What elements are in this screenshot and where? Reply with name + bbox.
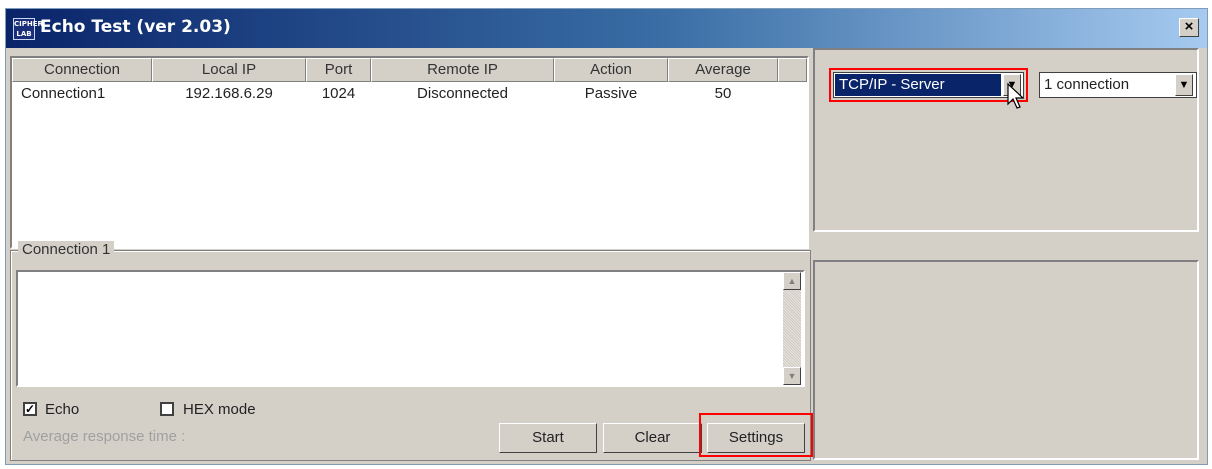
hex-mode-checkbox[interactable] — [160, 402, 174, 416]
start-button[interactable]: Start — [499, 423, 597, 453]
close-button[interactable]: × — [1179, 18, 1199, 37]
column-header-connection[interactable]: Connection — [12, 58, 152, 82]
message-textarea[interactable] — [16, 270, 805, 387]
connection-count-value[interactable]: 1 connection — [1044, 74, 1129, 96]
scroll-down-icon[interactable]: ▼ — [783, 367, 801, 385]
table-row[interactable]: Connection1 192.168.6.29 1024 Disconnect… — [12, 84, 807, 104]
average-response-time-label: Average response time : — [23, 428, 186, 445]
hex-mode-checkbox-label[interactable]: HEX mode — [183, 401, 256, 418]
column-header-remote-ip[interactable]: Remote IP — [371, 58, 554, 82]
cell-connection: Connection1 — [21, 85, 106, 102]
cell-remote-ip: Disconnected — [417, 85, 508, 102]
settings-panel-bottom — [813, 260, 1199, 460]
column-header-filler — [778, 58, 807, 82]
logo-text-top: CIPHER — [14, 20, 43, 28]
cell-action: Passive — [584, 85, 638, 102]
echo-checkbox-label[interactable]: Echo — [45, 401, 79, 418]
scroll-up-icon[interactable]: ▲ — [783, 272, 801, 290]
app-logo-icon: CIPHER LAB — [13, 18, 43, 40]
connection-group-title: Connection 1 — [18, 241, 115, 258]
cell-port: 1024 — [321, 85, 356, 102]
column-header-port[interactable]: Port — [306, 58, 371, 82]
connection-count-dropdown-arrow-icon[interactable]: ▼ — [1175, 74, 1193, 96]
column-header-average[interactable]: Average — [668, 58, 778, 82]
logo-text-bottom: LAB — [16, 30, 32, 38]
protocol-select-value[interactable]: TCP/IP - Server — [835, 74, 1001, 96]
settings-button[interactable]: Settings — [707, 423, 805, 453]
connections-table[interactable]: Connection Local IP Port Remote IP Actio… — [10, 56, 809, 249]
column-header-action[interactable]: Action — [554, 58, 668, 82]
cell-local-ip: 192.168.6.29 — [185, 85, 273, 102]
column-header-local-ip[interactable]: Local IP — [152, 58, 306, 82]
mouse-cursor-icon — [1007, 82, 1025, 109]
window-title: Echo Test (ver 2.03) — [40, 17, 231, 37]
cell-average: 50 — [714, 85, 732, 102]
clear-button[interactable]: Clear — [603, 423, 702, 453]
echo-checkbox[interactable]: ✓ — [23, 402, 37, 416]
